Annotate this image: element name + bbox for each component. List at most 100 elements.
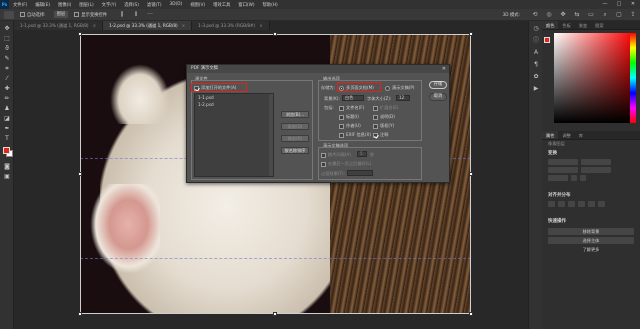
menu-file[interactable]: 文件(F) <box>9 2 31 8</box>
exif-checkbox[interactable] <box>339 132 344 138</box>
rotate-field[interactable] <box>548 175 568 181</box>
title-checkbox[interactable] <box>339 114 344 120</box>
close-tab-icon[interactable]: × <box>259 23 263 28</box>
extension-option[interactable]: 扩展名(E) <box>373 105 398 111</box>
browse-button[interactable]: 浏览(B)... <box>281 111 309 118</box>
show-transform-option[interactable]: 显示变换控件 <box>74 12 107 18</box>
transition-select[interactable] <box>347 170 373 176</box>
advance-seconds-field[interactable]: 5 <box>357 151 367 157</box>
drag-3d-icon[interactable]: ✥ <box>559 11 567 19</box>
tab-gradients[interactable]: 渐变 <box>575 21 591 29</box>
presentation-radio[interactable] <box>385 85 390 91</box>
maximize-icon[interactable]: □ <box>612 0 626 9</box>
tab-doc-3[interactable]: 1-3.psd @ 33.3% (RGB/8#) × <box>192 21 270 30</box>
paragraph-icon[interactable]: ¶ <box>532 61 540 69</box>
rotate-3d-icon[interactable]: ⟲ <box>531 11 539 19</box>
save-button[interactable]: 存储 <box>429 81 447 89</box>
scale-3d-icon[interactable]: ▭ <box>587 11 595 19</box>
sort-by-name-button[interactable]: 按名称排序 <box>281 147 309 154</box>
quick-mask-icon[interactable]: ◙ <box>3 163 11 171</box>
transform-handle[interactable] <box>78 312 82 316</box>
menu-3d[interactable]: 3D(D) <box>166 2 187 7</box>
menu-filter[interactable]: 滤镜(T) <box>143 2 166 8</box>
close-icon[interactable]: ✕ <box>626 0 640 9</box>
title-option[interactable]: 标题(I) <box>339 114 359 120</box>
font-size-select[interactable]: 12 <box>396 95 410 101</box>
share-icon[interactable]: ⇪ <box>629 11 637 19</box>
more-icon[interactable]: ··· <box>146 11 154 19</box>
lasso-tool-icon[interactable]: ϑ <box>3 45 11 53</box>
show-transform-checkbox[interactable] <box>74 12 80 17</box>
notes-option[interactable]: 注释 <box>373 132 388 138</box>
crop-tool-icon[interactable]: ⌗ <box>3 65 11 73</box>
close-tab-icon[interactable]: × <box>93 23 97 28</box>
width-field[interactable] <box>548 159 578 165</box>
menu-help[interactable]: 帮助(H) <box>259 2 282 8</box>
menu-plugins[interactable]: 增效工具 <box>209 2 234 8</box>
eyedropper-tool-icon[interactable]: ⁄ <box>3 75 11 83</box>
flip-h-icon[interactable] <box>571 175 577 181</box>
move-tool-icon[interactable]: ✥ <box>3 25 11 33</box>
description-option[interactable]: 说明(D) <box>373 114 395 120</box>
distribute-icon[interactable]: ⫴ <box>132 11 140 19</box>
menu-layer[interactable]: 图层(L) <box>75 2 97 8</box>
menu-image[interactable]: 图像(I) <box>54 2 75 8</box>
tab-properties[interactable]: 属性 <box>542 131 559 139</box>
list-item[interactable]: 1-1.psd <box>195 94 273 101</box>
scrollbar[interactable] <box>269 94 273 176</box>
panel-foreground-swatch[interactable] <box>544 37 550 43</box>
hue-slider[interactable] <box>630 33 636 123</box>
description-checkbox[interactable] <box>373 114 378 120</box>
author-option[interactable]: 作者(U) <box>339 123 361 129</box>
history-icon[interactable]: ◷ <box>532 25 540 33</box>
align-top-icon[interactable] <box>578 201 585 207</box>
menu-select[interactable]: 选择(S) <box>120 2 143 8</box>
marquee-tool-icon[interactable]: ⬚ <box>3 35 11 43</box>
list-item[interactable]: 1-2.psd <box>195 101 273 108</box>
eraser-tool-icon[interactable]: ◪ <box>3 115 11 123</box>
move-tool-icon[interactable] <box>4 10 14 19</box>
tab-swatches[interactable]: 色板 <box>558 21 574 29</box>
extension-checkbox[interactable] <box>373 105 378 111</box>
file-list[interactable]: 1-1.psd 1-2.psd <box>194 93 274 177</box>
notes-checkbox[interactable] <box>373 132 378 138</box>
transform-handle[interactable] <box>273 32 277 36</box>
flip-v-icon[interactable] <box>580 175 586 181</box>
transform-handle[interactable] <box>469 32 473 36</box>
tab-doc-2[interactable]: 1-2.psd @ 33.3% (通道 1, RGB/8) × <box>103 21 193 30</box>
search-icon[interactable]: ⌕ <box>601 11 609 19</box>
align-icon[interactable]: ⫼ <box>118 11 126 19</box>
loop-checkbox[interactable] <box>321 161 326 167</box>
workspace-icon[interactable]: ▢ <box>615 11 623 19</box>
filename-checkbox[interactable] <box>339 105 344 111</box>
stamp-tool-icon[interactable]: ♟ <box>3 105 11 113</box>
advance-every-checkbox[interactable] <box>321 152 326 158</box>
quick-select-tool-icon[interactable]: ✎ <box>3 55 11 63</box>
align-center-icon[interactable] <box>558 201 565 207</box>
copyright-checkbox[interactable] <box>373 123 378 129</box>
exif-option[interactable]: EXIF 信息(X) <box>339 132 371 138</box>
close-icon[interactable]: ✕ <box>442 65 446 73</box>
menu-type[interactable]: 文字(Y) <box>98 2 121 8</box>
align-right-icon[interactable] <box>568 201 575 207</box>
presentation-option[interactable]: 演示文稿(P) <box>385 85 415 91</box>
menu-window[interactable]: 窗口(W) <box>234 2 258 8</box>
transform-handle[interactable] <box>469 312 473 316</box>
select-subject-button[interactable]: 选择主体 <box>548 237 634 244</box>
cancel-button[interactable]: 取消 <box>429 93 447 101</box>
background-select[interactable]: 白色 <box>342 95 364 101</box>
transform-handle[interactable] <box>78 32 82 36</box>
copyright-option[interactable]: 版权(Y) <box>373 123 394 129</box>
tab-patterns[interactable]: 图案 <box>591 21 607 29</box>
type-tool-icon[interactable]: T <box>3 135 11 143</box>
actions-icon[interactable]: ▶ <box>532 85 540 93</box>
character-icon[interactable]: A <box>532 49 540 57</box>
menu-view[interactable]: 视图(V) <box>186 2 209 8</box>
transform-handle[interactable] <box>78 172 82 176</box>
auto-select-checkbox[interactable] <box>20 12 25 17</box>
brush-settings-icon[interactable]: ✿ <box>532 73 540 81</box>
transform-handle[interactable] <box>469 172 473 176</box>
align-left-icon[interactable] <box>548 201 555 207</box>
screen-mode-icon[interactable]: ▣ <box>3 173 11 181</box>
auto-select-option[interactable]: 自动选择: <box>20 12 46 18</box>
